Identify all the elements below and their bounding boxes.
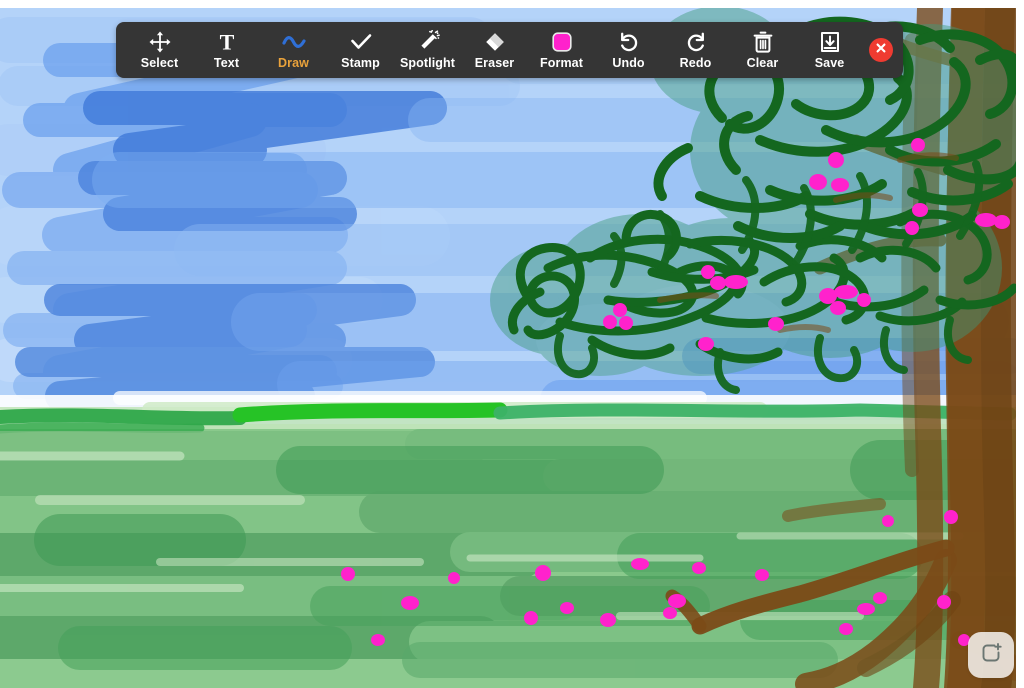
tool-eraser-label: Eraser [474, 56, 515, 70]
tool-draw[interactable]: Draw [260, 22, 327, 78]
tool-save-label: Save [814, 56, 845, 70]
annotation-toolbar: Select T Text Draw Stamp Spotlight Erase… [116, 22, 903, 78]
tool-select-label: Select [140, 56, 179, 70]
move-arrows-icon [148, 30, 172, 54]
checkmark-icon [349, 30, 373, 54]
tool-text[interactable]: T Text [193, 22, 260, 78]
close-x-icon [874, 41, 888, 60]
download-save-icon [818, 30, 842, 54]
tool-redo-label: Redo [679, 56, 712, 70]
new-annotation-button[interactable] [968, 632, 1014, 678]
tool-draw-label: Draw [278, 56, 309, 70]
tool-format[interactable]: Format [528, 22, 595, 78]
tool-spotlight[interactable]: Spotlight [394, 22, 461, 78]
tool-eraser[interactable]: Eraser [461, 22, 528, 78]
drawing-canvas[interactable] [0, 0, 1024, 688]
trash-can-icon [751, 30, 775, 54]
magic-wand-icon [416, 30, 440, 54]
svg-text:T: T [219, 30, 234, 54]
tool-undo[interactable]: Undo [595, 22, 662, 78]
tool-save[interactable]: Save [796, 22, 863, 78]
close-button[interactable] [869, 38, 893, 62]
tool-format-label: Format [540, 56, 583, 70]
tool-clear-label: Clear [746, 56, 779, 70]
new-annotation-icon [978, 640, 1004, 671]
tool-stamp[interactable]: Stamp [327, 22, 394, 78]
color-swatch-icon [550, 30, 574, 54]
undo-arrow-icon [617, 30, 641, 54]
tool-spotlight-label: Spotlight [399, 56, 456, 70]
eraser-icon [483, 30, 507, 54]
artwork-svg [0, 0, 1024, 688]
tool-select[interactable]: Select [126, 22, 193, 78]
tool-text-label: Text [213, 56, 240, 70]
annotation-app: Select T Text Draw Stamp Spotlight Erase… [0, 0, 1024, 688]
tool-stamp-label: Stamp [341, 56, 380, 70]
text-t-icon: T [215, 30, 239, 54]
wave-line-icon [281, 30, 307, 54]
tool-redo[interactable]: Redo [662, 22, 729, 78]
tool-undo-label: Undo [612, 56, 645, 70]
tool-clear[interactable]: Clear [729, 22, 796, 78]
redo-arrow-icon [684, 30, 708, 54]
